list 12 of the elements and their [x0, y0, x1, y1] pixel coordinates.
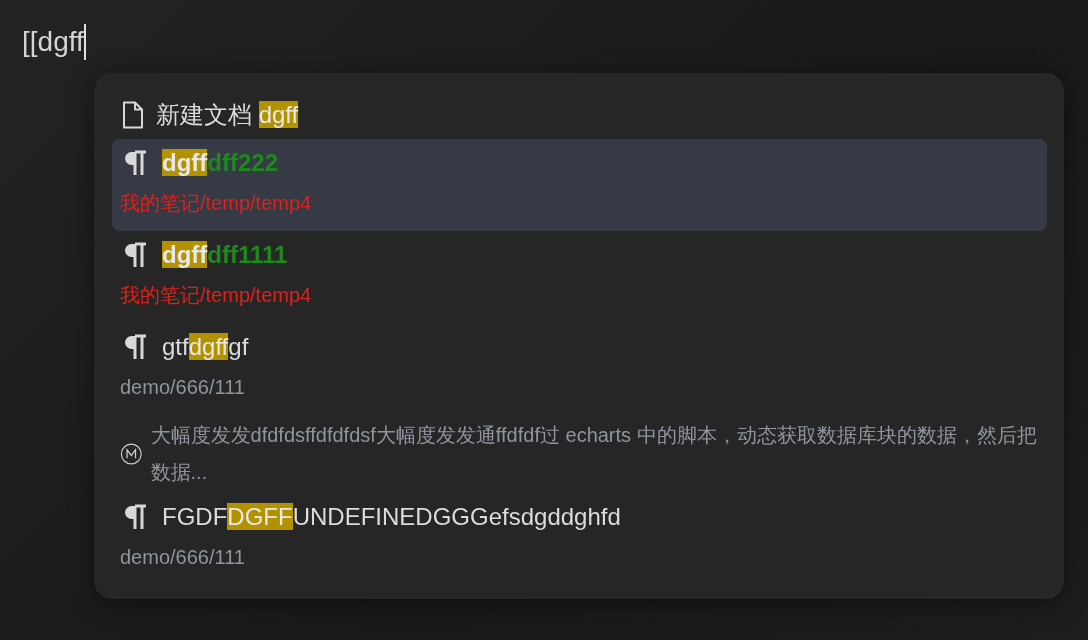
- document-path: 我的笔记/temp/temp4: [120, 283, 312, 308]
- document-path: 我的笔记/temp/temp4: [120, 191, 312, 216]
- editor-input[interactable]: [[dgff: [22, 24, 86, 60]
- document-path: demo/666/111: [120, 545, 245, 570]
- document-icon: [122, 101, 144, 129]
- block-title: dgffdff222: [162, 149, 278, 177]
- document-path: demo/666/111: [120, 375, 245, 400]
- m-circle-icon: [120, 442, 143, 466]
- block-title: FGDFDGFFUNDEFINEDGGGefsdgddghfd: [162, 503, 621, 531]
- block-result-item[interactable]: FGDFDGFFUNDEFINEDGGGefsdgddghfd demo/666/111: [112, 493, 1047, 585]
- memo-result-item[interactable]: 大幅度发发dfdfdsffdfdfdsf大幅度发发通ffdfdf过 echarts 中的脚本，动态获取数据库块的数据，然后把数据...: [112, 415, 1047, 493]
- memo-text: 大幅度发发dfdfdsffdfdfdsf大幅度发发通ffdfdf过 echarts 中的脚本，动态获取数据库块的数据，然后把数据...: [150, 423, 1037, 485]
